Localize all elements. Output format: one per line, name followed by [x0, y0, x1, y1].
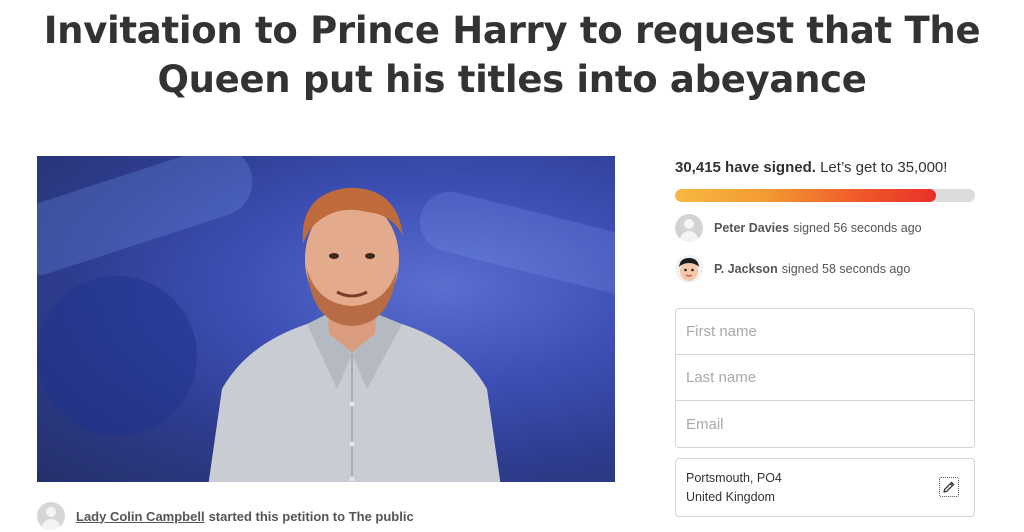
signer-name: Peter Davies	[714, 221, 790, 235]
location-country: United Kingdom	[686, 490, 775, 504]
petition-starter: Lady Colin Campbell started this petitio…	[37, 501, 414, 531]
signature-progress-bar	[675, 189, 975, 202]
man-portrait-illustration	[208, 187, 501, 482]
petition-photo	[37, 156, 615, 482]
starter-description: started this petition to The public	[208, 508, 414, 524]
signer-action: signed 58 seconds ago	[781, 262, 911, 276]
signed-count-text: 30,415 have signed.	[675, 159, 816, 176]
location-box: Portsmouth, PO4 United Kingdom	[675, 458, 975, 517]
sign-sidebar: 30,415 have signed. Let’s get to 35,000!…	[675, 156, 975, 517]
recent-signer: P. Jackson signed 58 seconds ago	[675, 255, 975, 283]
starter-avatar-icon	[37, 502, 65, 530]
starter-name-link[interactable]: Lady Colin Campbell	[76, 509, 205, 524]
pencil-icon	[943, 481, 955, 493]
sign-form	[675, 308, 975, 448]
default-avatar-icon	[675, 214, 703, 242]
location-city: Portsmouth, PO4	[686, 471, 782, 485]
email-field[interactable]	[676, 401, 974, 447]
recent-signer: Peter Davies signed 56 seconds ago	[675, 214, 975, 242]
progress-fill	[675, 189, 936, 202]
signature-count: 30,415 have signed. Let’s get to 35,000!	[675, 156, 975, 180]
cartoon-face-avatar-icon	[675, 255, 703, 283]
first-name-field[interactable]	[676, 309, 974, 355]
signer-action: signed 56 seconds ago	[793, 221, 922, 235]
edit-location-button[interactable]	[939, 477, 959, 497]
signer-name: P. Jackson	[714, 262, 778, 276]
petition-title: Invitation to Prince Harry to request th…	[43, 9, 981, 101]
goal-text: Let’s get to 35,000!	[820, 159, 948, 176]
last-name-field[interactable]	[676, 355, 974, 401]
